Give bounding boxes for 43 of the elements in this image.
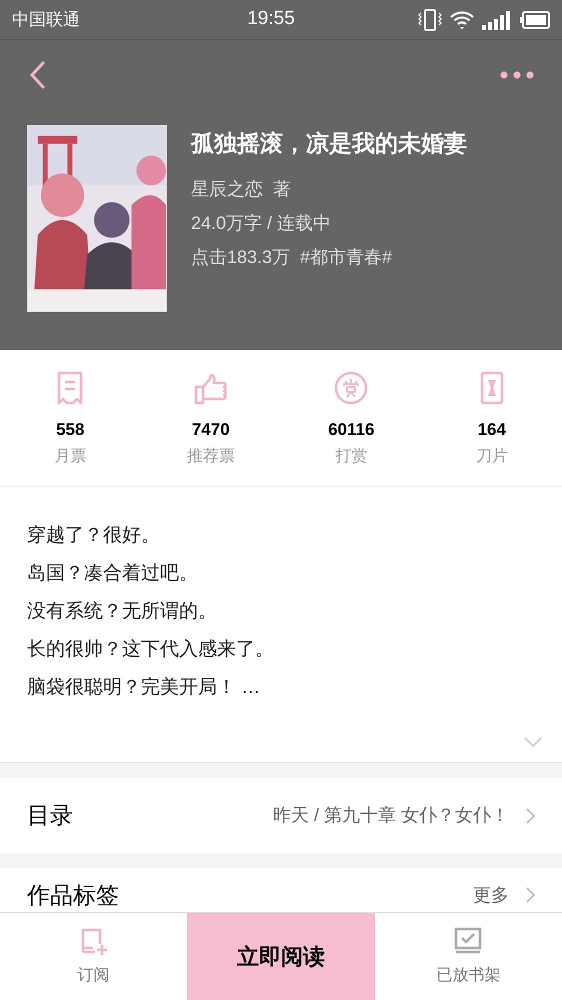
synopsis-line: 长的很帅？这下代入感来了。 (27, 638, 275, 662)
stat-label: 推荐票 (186, 446, 235, 467)
book-title: 孤独摇滚，凉是我的未婚妻 (191, 129, 467, 158)
stat-item[interactable]: 558 月票 (0, 367, 140, 469)
stat-value: 7470 (192, 419, 230, 442)
stat-value: 164 (478, 419, 506, 442)
receipt-icon (57, 371, 84, 406)
back-icon (28, 60, 46, 90)
chevron-right-icon (525, 806, 535, 824)
blade-icon (480, 371, 504, 406)
book-check-icon (453, 926, 484, 956)
author-name: 星辰之恋 著 (191, 178, 292, 201)
stat-label: 月票 (54, 446, 86, 467)
stat-item[interactable]: 7470 推荐票 (140, 367, 281, 469)
read-now-button[interactable]: 立即阅读 (187, 913, 375, 1000)
word-count-status: 24.0万字 / 连载中 (191, 212, 332, 235)
synopsis-line: 穿越了？很好。 (27, 524, 161, 548)
carrier-name: 中国联通 (12, 8, 81, 31)
synopsis-line: 没有系统？无所谓的。 (27, 600, 218, 624)
bookshelf-button[interactable]: 已放书架 (374, 913, 562, 1000)
clicks-and-genre: 点击183.3万 #都市青春# (191, 246, 394, 269)
synopsis-line: 脑袋很聪明？完美开局！ … (27, 676, 262, 700)
subscribe-button[interactable]: 订阅 (0, 913, 188, 1000)
stat-item[interactable]: 60116 打赏 (281, 367, 422, 469)
reward-coin-icon (334, 371, 368, 406)
stat-value: 558 (56, 419, 84, 442)
stat-value: 60116 (328, 419, 374, 442)
more-icon (500, 70, 534, 80)
chevron-right-icon (525, 886, 535, 904)
tags-title: 作品标签 (27, 881, 119, 910)
stat-label: 刀片 (476, 446, 508, 467)
wifi-icon (450, 10, 474, 30)
stat-item[interactable]: 164 刀片 (422, 367, 562, 469)
clock-time: 19:55 (247, 7, 295, 32)
latest-chapter: 昨天 / 第九十章 女仆？女仆！ (272, 804, 509, 827)
signal-icon (482, 10, 512, 30)
catalog-title: 目录 (27, 801, 73, 830)
more-tags-link[interactable]: 更多 (473, 882, 509, 909)
battery-icon (520, 10, 550, 28)
vibrate-icon (418, 8, 442, 30)
thumbs-up-icon (194, 373, 228, 406)
stat-label: 打赏 (335, 446, 368, 467)
synopsis-line: 岛国？凑合着过吧。 (27, 562, 199, 586)
